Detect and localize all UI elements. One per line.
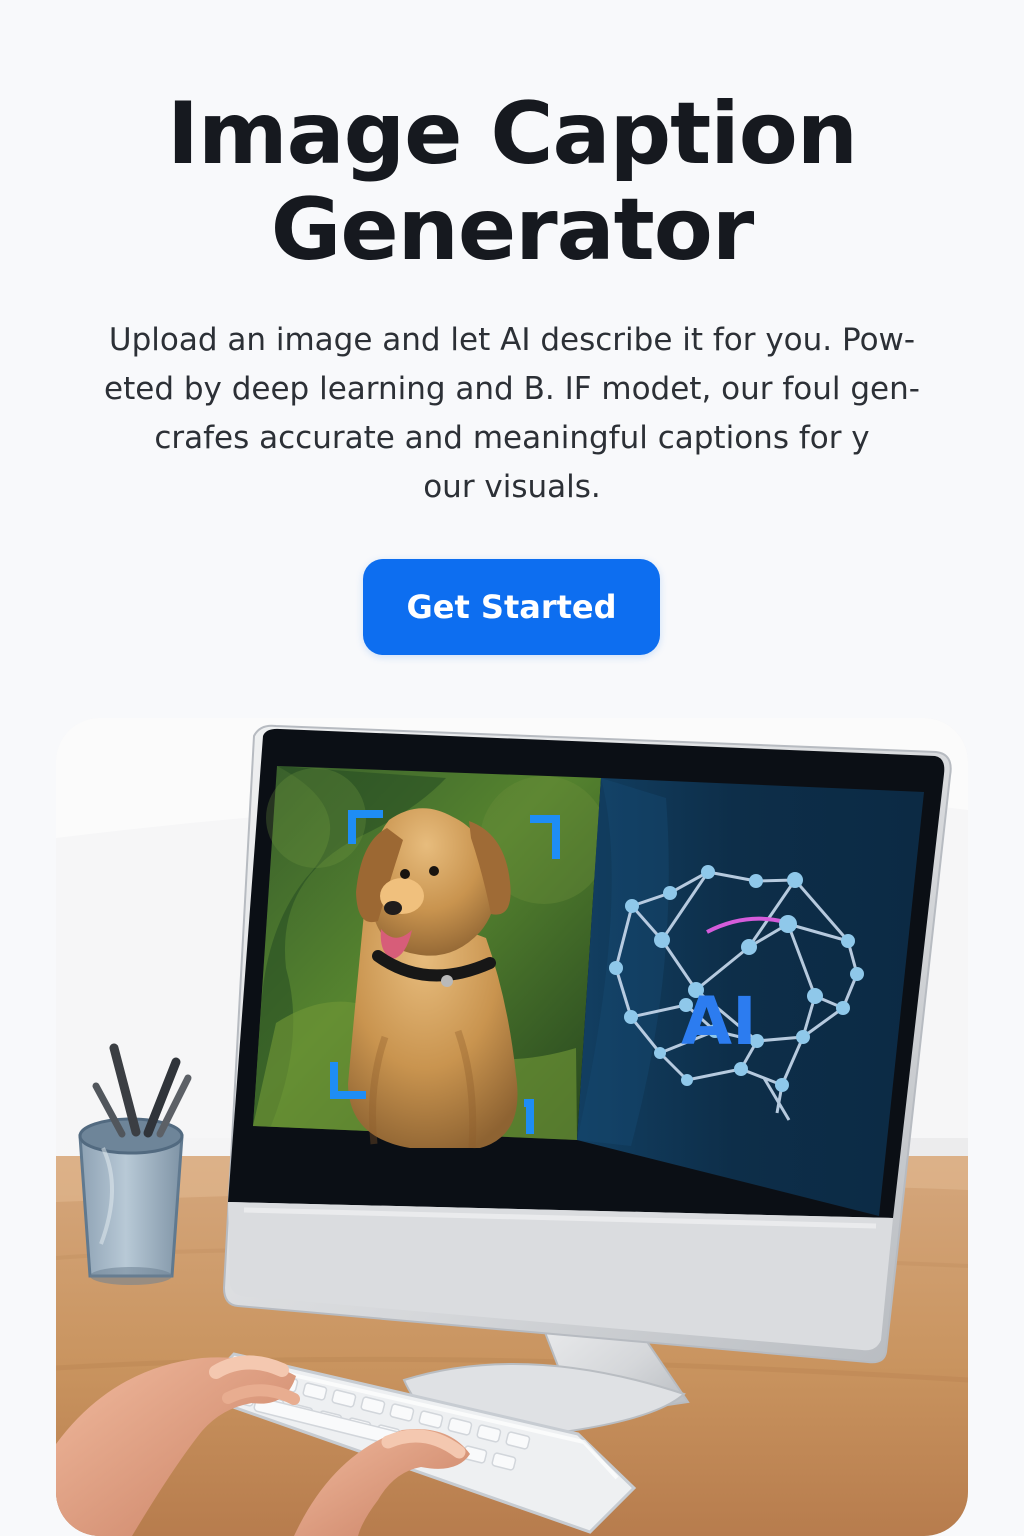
hero-description-line-4: our visuals. bbox=[423, 469, 601, 505]
ai-label: AI bbox=[681, 983, 757, 1060]
page-title-line-2: Generator bbox=[270, 180, 755, 280]
desktop-scene-image: AI bbox=[56, 718, 968, 1536]
page-title-line-1: Image Caption bbox=[166, 84, 858, 184]
get-started-button[interactable]: Get Started bbox=[363, 559, 660, 655]
hero-description-line-3: crafes accurate and meaningful captions … bbox=[154, 420, 870, 456]
hero-illustration: AI bbox=[56, 718, 968, 1536]
dog-image bbox=[348, 808, 518, 1149]
page-title: Image Caption Generator bbox=[0, 86, 1024, 278]
hero-description-line-1: Upload an image and let AI describe it f… bbox=[108, 322, 916, 358]
hero-description: Upload an image and let AI describe it f… bbox=[92, 316, 932, 512]
hero-description-line-2: eted by deep learning and B. IF modet, o… bbox=[104, 371, 920, 407]
hero-section: Image Caption Generator Upload an image … bbox=[0, 0, 1024, 700]
